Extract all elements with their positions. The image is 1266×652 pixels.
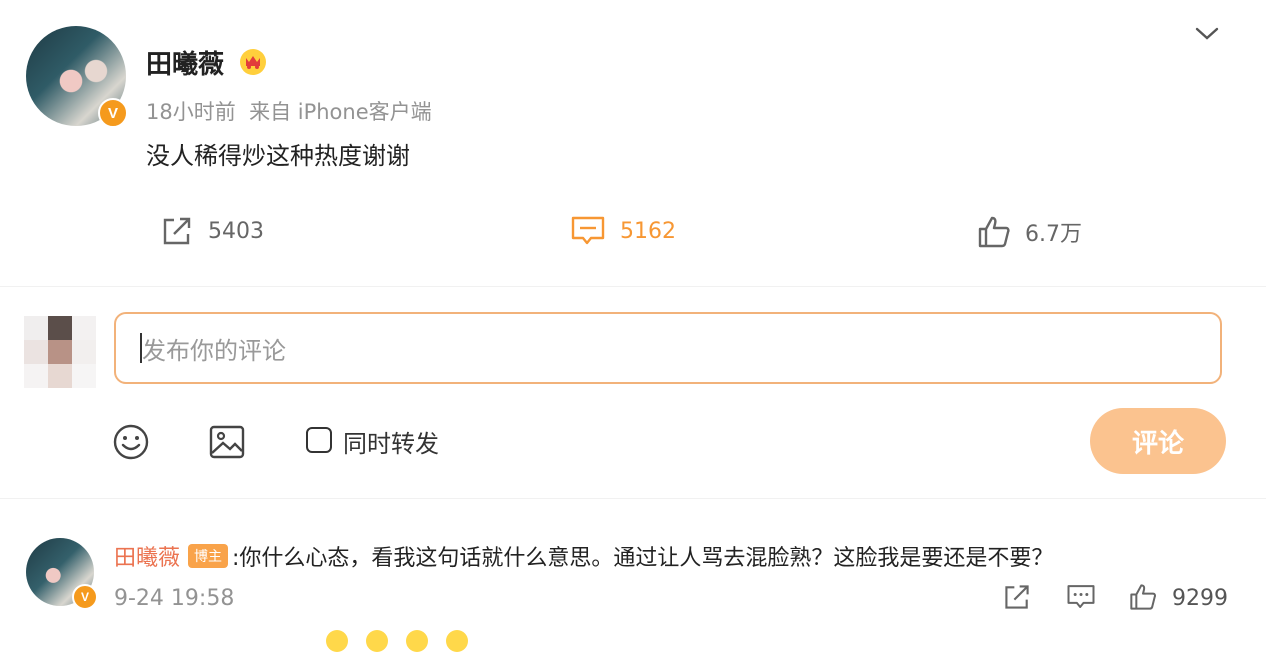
like-icon bbox=[978, 216, 1010, 248]
repost-checkbox-label[interactable]: 同时转发 bbox=[343, 424, 439, 459]
comment-count: 5162 bbox=[620, 218, 676, 244]
comment-line: 田曦薇 博主 :你什么心态，看我这句话就什么意思。通过让人骂去混脸熟？这脸我是要… bbox=[114, 540, 1053, 572]
comment-time: 9-24 19:58 bbox=[114, 586, 235, 611]
emoji-reaction-icon bbox=[326, 630, 348, 652]
like-count: 6.7万 bbox=[1025, 222, 1082, 247]
comment-like-icon[interactable] bbox=[1128, 582, 1158, 612]
verified-badge: V bbox=[72, 584, 98, 610]
author-name[interactable]: 田曦薇 bbox=[146, 44, 224, 81]
comment-text: :你什么心态，看我这句话就什么意思。通过让人骂去混脸熟？这脸我是要还是不要？ bbox=[232, 546, 1054, 571]
repost-button[interactable]: 5403 bbox=[160, 214, 264, 248]
emoji-reaction-icon bbox=[366, 630, 388, 652]
submit-comment-button[interactable]: 评论 bbox=[1090, 408, 1226, 474]
my-avatar bbox=[24, 316, 96, 388]
repost-checkbox[interactable] bbox=[306, 427, 332, 453]
comment-reply-icon[interactable] bbox=[1066, 582, 1096, 612]
comment-input[interactable]: 发布你的评论 bbox=[114, 312, 1222, 384]
post-meta: 18小时前 来自 iPhone客户端 bbox=[146, 100, 432, 124]
comment-repost-icon[interactable] bbox=[1002, 582, 1032, 612]
repost-count: 5403 bbox=[208, 218, 264, 244]
image-icon[interactable] bbox=[208, 423, 246, 461]
comment-input-placeholder: 发布你的评论 bbox=[142, 336, 286, 365]
like-button[interactable]: 6.7万 bbox=[977, 214, 1082, 250]
emoji-icon[interactable] bbox=[112, 423, 150, 461]
post-content: 没人稀得炒这种热度谢谢 bbox=[146, 142, 410, 170]
repost-icon bbox=[163, 217, 191, 245]
comment-author[interactable]: 田曦薇 bbox=[114, 540, 180, 572]
emoji-reaction-icon bbox=[406, 630, 428, 652]
verified-badge: V bbox=[98, 98, 128, 128]
divider bbox=[0, 498, 1266, 499]
comment-icon bbox=[571, 216, 605, 245]
emoji-reaction-icon bbox=[446, 630, 468, 652]
author-tag: 博主 bbox=[188, 544, 229, 568]
crown-icon bbox=[240, 49, 266, 75]
comment-button[interactable]: 5162 bbox=[570, 214, 676, 248]
chevron-down-icon[interactable] bbox=[1194, 22, 1220, 44]
comment-like-count: 9299 bbox=[1172, 586, 1228, 611]
divider bbox=[0, 286, 1266, 287]
